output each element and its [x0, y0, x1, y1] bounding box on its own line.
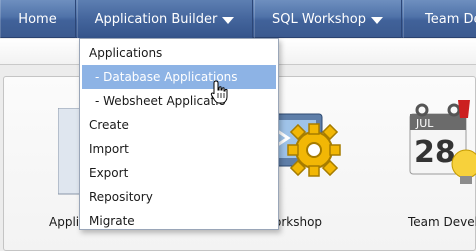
menu-item-migrate[interactable]: Migrate: [80, 209, 278, 233]
menu-item-import[interactable]: Import: [80, 137, 278, 161]
tab-home-label: Home: [18, 11, 57, 27]
menu-item-repository[interactable]: Repository: [80, 185, 278, 209]
tab-sql-workshop[interactable]: SQL Workshop: [254, 0, 402, 38]
tab-team-development[interactable]: Team De: [403, 0, 476, 38]
tab-team-development-label: Team De: [425, 11, 476, 27]
menu-item-create[interactable]: Create: [80, 113, 278, 137]
tab-home[interactable]: Home: [0, 0, 76, 38]
tab-application-builder-label: Application Builder: [94, 11, 218, 27]
sql-workshop-label: orkshop: [274, 215, 323, 229]
team-development-label: Team Develo: [408, 215, 476, 229]
chevron-down-icon: [222, 16, 235, 24]
calendar-day: 28: [414, 135, 456, 170]
application-builder-label: Appli: [49, 215, 80, 229]
chevron-down-icon: [371, 16, 383, 24]
tab-application-builder[interactable]: Application Builder: [77, 0, 253, 38]
menu-item-database-applications[interactable]: - Database Applications: [82, 65, 276, 89]
menu-item-websheet-applications[interactable]: - Websheet Applicatio: [80, 89, 278, 113]
menu-item-applications[interactable]: Applications: [80, 41, 278, 65]
team-development-icon[interactable]: JUL 28: [398, 96, 476, 188]
calendar-month: JUL: [415, 117, 434, 130]
top-nav-bar: Home Application Builder SQL Workshop Te…: [0, 0, 476, 38]
application-builder-dropdown: Applications - Database Applications - W…: [79, 38, 279, 230]
menu-item-export[interactable]: Export: [80, 161, 278, 185]
tab-sql-workshop-label: SQL Workshop: [272, 11, 366, 27]
hand-cursor-icon: [210, 80, 228, 104]
